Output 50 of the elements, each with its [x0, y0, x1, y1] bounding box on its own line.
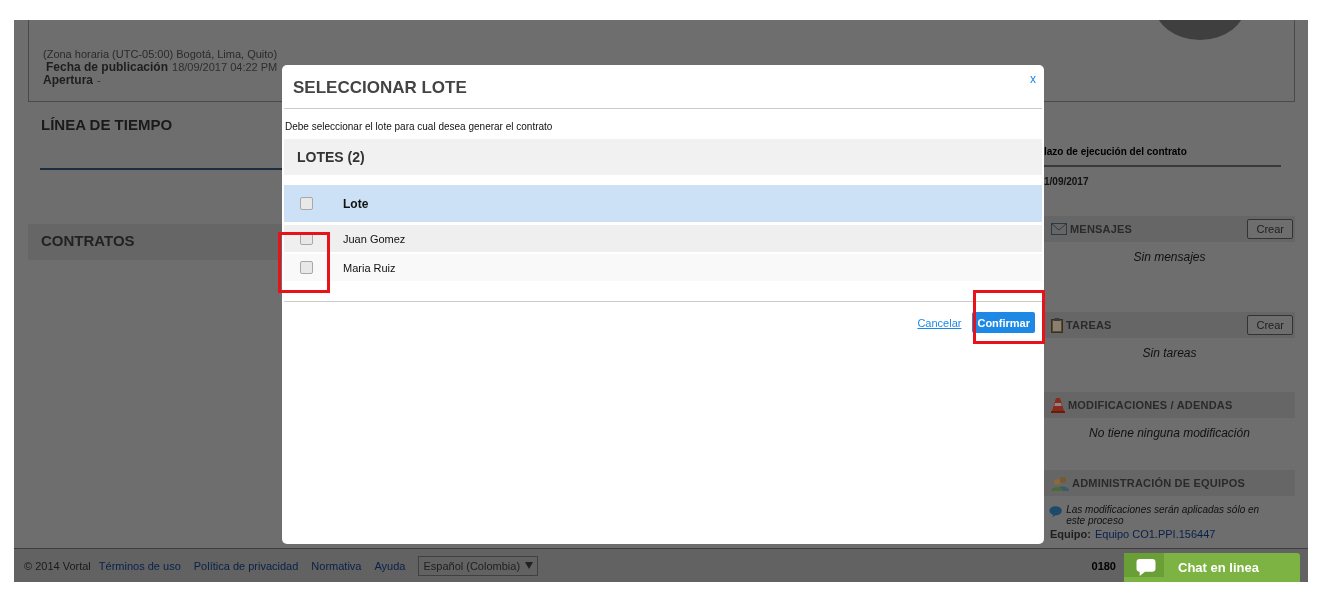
table-cell: Maria Ruiz [343, 261, 396, 274]
create-button[interactable]: Crear [1247, 219, 1293, 239]
table-row[interactable]: Maria Ruiz [284, 254, 1042, 281]
footer-link[interactable]: Normativa [311, 559, 362, 572]
column-header: Lote [343, 196, 369, 211]
field-label: Fecha de publicación [46, 60, 169, 74]
table-row[interactable]: Juan Gomez [284, 225, 1042, 252]
field-label: Equipo: [1050, 528, 1091, 540]
note-text: Las modificaciones serán aplicadas sólo en este proceso [1066, 504, 1261, 526]
checkbox[interactable] [300, 197, 313, 210]
empty-message: No tiene ninguna modificación [1088, 426, 1251, 440]
panel-title: TAREAS [1066, 319, 1113, 331]
create-button[interactable]: Crear [1247, 315, 1293, 335]
section-title: LÍNEA DE TIEMPO [41, 116, 173, 134]
date-text: 1/09/2017 [1044, 176, 1090, 188]
footer-link[interactable]: Política de privacidad [193, 559, 299, 572]
confirm-button[interactable]: Confirmar [972, 312, 1035, 333]
dialog-title: SELECCIONAR LOTE [293, 78, 467, 98]
field-label: Apertura [43, 73, 93, 87]
field-value: 18/09/2017 04:22 PM [172, 61, 278, 73]
panel-title: ADMINISTRACIÓN DE EQUIPOS [1072, 477, 1247, 489]
empty-message: Sin mensajes [1132, 250, 1207, 264]
checkbox[interactable] [300, 261, 313, 274]
team-link[interactable]: Equipo CO1.PPI.156447 [1094, 528, 1216, 540]
clipboard-icon [1051, 317, 1063, 333]
speech-bubble-icon [1049, 504, 1063, 519]
chat-bubble-icon [1124, 553, 1164, 577]
caret-icon [525, 562, 534, 569]
empty-message: Sin tareas [1141, 346, 1198, 360]
instruction-text: Debe seleccionar el lote para cual desea generar el contrato [285, 121, 553, 134]
envelope-icon [1051, 223, 1067, 235]
column-label: lazo de ejecución del contrato [1044, 146, 1188, 158]
cancel-link[interactable]: Cancelar [917, 316, 962, 329]
timezone-text: (Zona horaria (UTC-05:00) Bogotá, Lima, Quito) [43, 48, 279, 61]
copyright-text: © 2014 Vortal [24, 559, 91, 572]
footer-link[interactable]: Ayuda [374, 559, 406, 572]
highlight-frame [973, 290, 1045, 344]
people-icon [1051, 475, 1069, 491]
language-dropdown[interactable]: Español (Colombia) [418, 555, 539, 576]
panel-title: MODIFICACIONES / ADENDAS [1068, 399, 1234, 411]
phone-text: 0180 [1091, 559, 1116, 572]
panel-title: MENSAJES [1070, 223, 1134, 235]
field-value: - [97, 74, 101, 86]
chat-button[interactable]: Chat en linea [1124, 553, 1300, 582]
section-header: LOTES (2) [284, 139, 1042, 175]
highlight-frame [278, 232, 330, 293]
footer-link[interactable]: Términos de uso [98, 559, 181, 572]
table-cell: Juan Gomez [343, 232, 406, 245]
traffic-cone-icon [1051, 397, 1065, 413]
close-button[interactable]: x [1030, 72, 1036, 86]
